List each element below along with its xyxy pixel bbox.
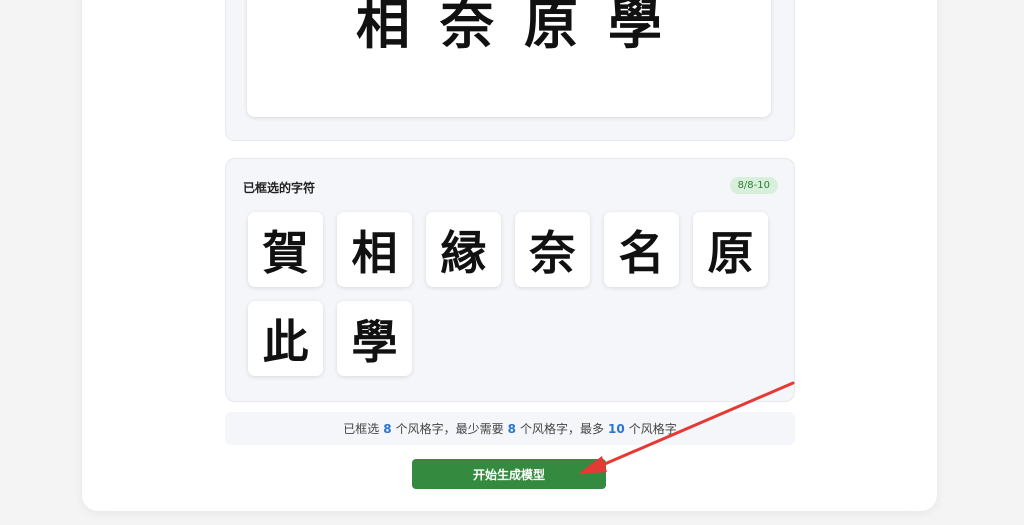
selected-count: 8: [383, 421, 392, 436]
preview-char: 學: [608, 0, 662, 56]
character-tile[interactable]: 相: [337, 212, 412, 287]
status-suffix: 个风格字: [628, 422, 677, 436]
preview-char: 奈: [440, 0, 494, 56]
status-prefix: 已框选: [343, 422, 380, 436]
character-tile[interactable]: 賀: [248, 212, 323, 287]
character-tile-grid: 賀 相 縁 奈 名 原 此 學: [248, 212, 788, 376]
max-count: 10: [608, 421, 625, 436]
status-text: 个风格字，最多: [520, 422, 605, 436]
selection-status: 已框选 8 个风格字，最少需要 8 个风格字，最多 10 个风格字: [225, 412, 795, 445]
count-badge: 8/8-10: [729, 177, 778, 194]
character-tile[interactable]: 此: [248, 301, 323, 376]
character-tile[interactable]: 縁: [426, 212, 501, 287]
panel-title: 已框选的字符: [243, 181, 316, 195]
preview-char: 原: [524, 0, 578, 56]
status-text: 个风格字，最少需要: [395, 422, 504, 436]
preview-text: 相 奈 原 學: [356, 0, 662, 56]
character-tile[interactable]: 名: [604, 212, 679, 287]
preview-canvas: 相 奈 原 學: [247, 0, 771, 117]
start-generate-model-button[interactable]: 开始生成模型: [412, 459, 606, 489]
min-count: 8: [507, 421, 516, 436]
preview-char: 相: [356, 0, 410, 56]
character-tile[interactable]: 原: [693, 212, 768, 287]
selected-characters-panel: 已框选的字符 8/8-10 賀 相 縁 奈 名 原 此 學: [225, 158, 795, 402]
character-tile[interactable]: 奈: [515, 212, 590, 287]
character-tile[interactable]: 學: [337, 301, 412, 376]
